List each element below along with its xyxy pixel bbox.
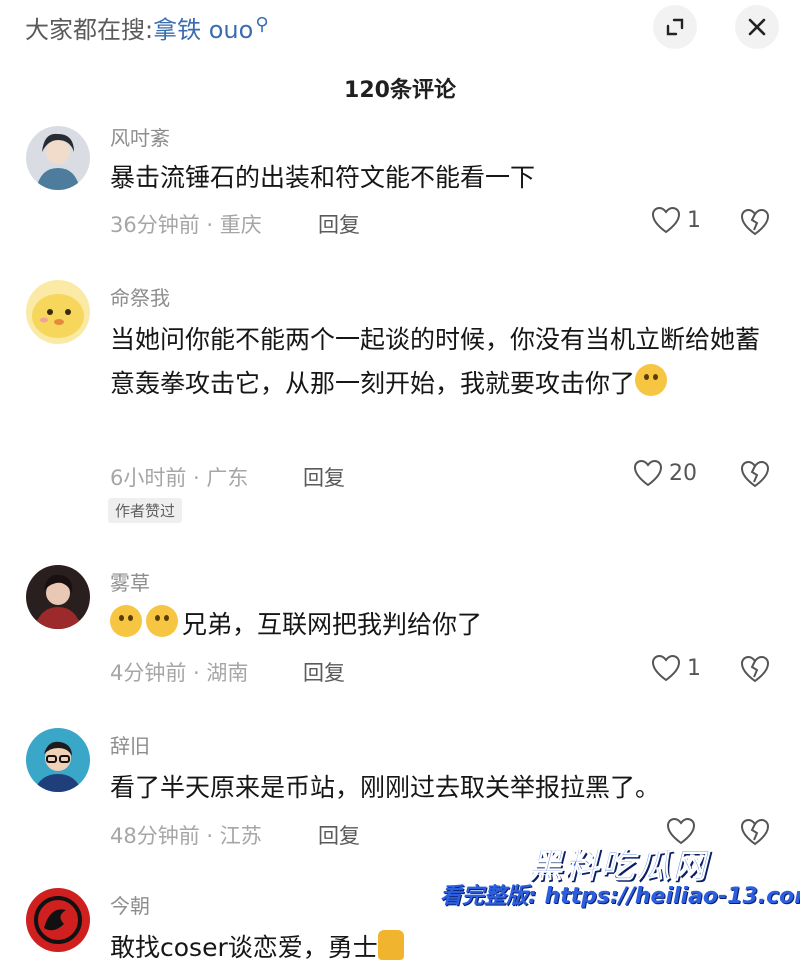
dislike-button[interactable]: [740, 655, 770, 687]
smile-emoji-icon: [635, 364, 668, 396]
reply-button[interactable]: 回复: [303, 462, 345, 492]
broken-heart-icon: [740, 208, 770, 236]
thumbs-up-emoji-icon: [377, 930, 404, 960]
like-button[interactable]: 20: [633, 459, 697, 487]
heart-icon: [651, 654, 681, 682]
reply-button[interactable]: 回复: [318, 209, 360, 239]
dislike-button[interactable]: [740, 818, 770, 850]
top-bar: 大家都在搜:拿铁 ouo ⚲: [0, 0, 800, 60]
like-count: 20: [669, 460, 697, 486]
heart-icon: [651, 206, 681, 234]
comment-text-body: 兄弟，互联网把我判给你了: [182, 610, 483, 639]
dislike-button[interactable]: [740, 208, 770, 240]
broken-heart-icon: [740, 655, 770, 683]
comment-author[interactable]: 风吋紊: [110, 122, 170, 151]
comment-count-title: 120条评论: [344, 78, 456, 103]
comment-text: 敢找coser谈恋爱，勇士: [110, 926, 770, 970]
reply-button[interactable]: 回复: [318, 820, 360, 850]
comment-author[interactable]: 雾草: [110, 567, 150, 596]
expand-icon: [666, 18, 684, 36]
search-suggestion-prefix: 大家都在搜:: [25, 16, 154, 44]
avatar[interactable]: [26, 888, 90, 952]
comment-meta: 48分钟前 · 江苏: [110, 824, 262, 848]
comment-text: 暴击流锤石的出装和符文能不能看一下: [110, 163, 536, 192]
comment-text: 兄弟，互联网把我判给你了: [110, 603, 770, 647]
dislike-button[interactable]: [740, 460, 770, 492]
like-count: 1: [687, 655, 701, 681]
comment-meta: 36分钟前 · 重庆: [110, 213, 262, 237]
search-icon: ⚲: [255, 14, 269, 35]
author-liked-badge: 作者赞过: [108, 498, 183, 523]
thinking-emoji-icon: [110, 605, 142, 637]
search-suggestion[interactable]: 大家都在搜:拿铁 ouo ⚲: [25, 10, 269, 45]
comment-meta: 4分钟前 · 湖南: [110, 661, 249, 685]
comment-text-body: 敢找coser谈恋爱，勇士: [110, 933, 378, 962]
avatar[interactable]: [26, 565, 90, 629]
comment-text: 当她问你能不能两个一起谈的时候，你没有当机立断给她蓄意轰拳攻击它，从那一刻开始，…: [110, 318, 770, 406]
broken-heart-icon: [740, 818, 770, 846]
close-icon: [748, 18, 766, 36]
expand-button[interactable]: [653, 5, 697, 49]
avatar[interactable]: [26, 280, 90, 344]
like-count: 1: [687, 207, 701, 233]
comment-meta: 6小时前 · 广东: [110, 466, 249, 490]
reply-button[interactable]: 回复: [303, 657, 345, 687]
search-suggestion-keyword[interactable]: 拿铁 ouo: [153, 16, 253, 44]
close-button[interactable]: [735, 5, 779, 49]
comment-author[interactable]: 今朝: [110, 890, 150, 919]
watermark-url: 看完整版: https://heiliao-13.com: [440, 884, 800, 909]
comment-author[interactable]: 命祭我: [110, 282, 170, 311]
heart-icon: [633, 459, 663, 487]
avatar[interactable]: [26, 126, 90, 190]
like-button[interactable]: 1: [651, 654, 701, 682]
like-button[interactable]: 1: [651, 206, 701, 234]
broken-heart-icon: [740, 460, 770, 488]
avatar[interactable]: [26, 728, 90, 792]
comment-text: 看了半天原来是币站，刚刚过去取关举报拉黑了。: [110, 773, 661, 802]
comment-author[interactable]: 辞旧: [110, 730, 150, 759]
thinking-emoji-icon: [146, 605, 178, 637]
